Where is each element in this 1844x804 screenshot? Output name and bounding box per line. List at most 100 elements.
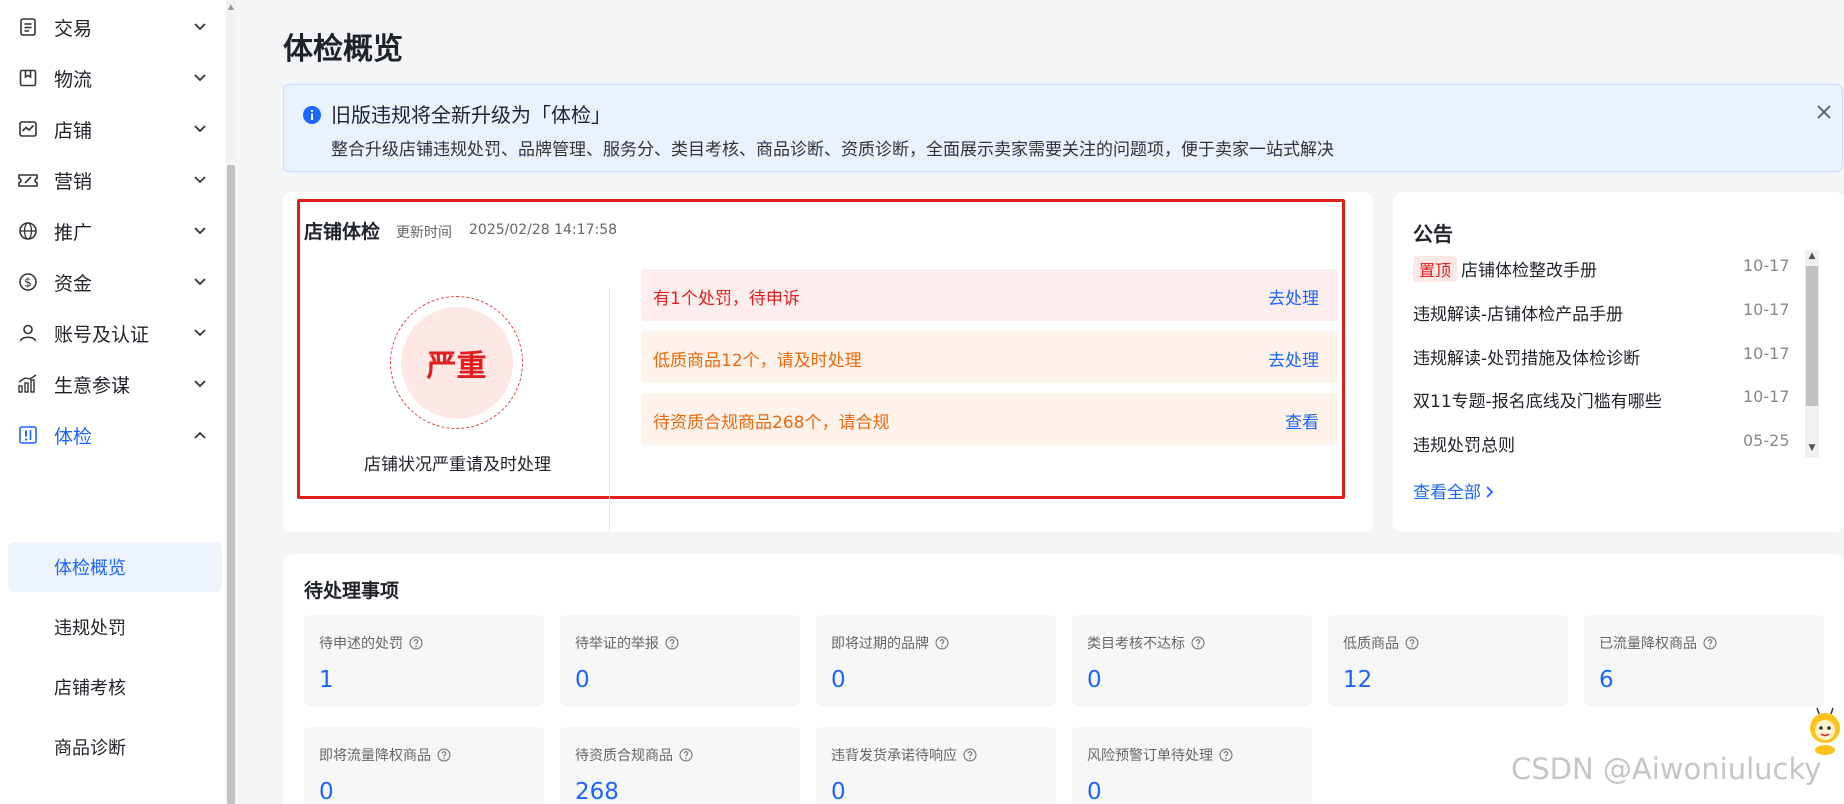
stat-card[interactable]: 类目考核不达标 0 [1072,615,1312,707]
stat-card[interactable]: 即将流量降权商品 0 [304,727,544,804]
issue-text: 低质商品12个，请及时处理 [653,351,862,371]
stat-value: 0 [1087,667,1102,693]
announcements-title: 公告 [1413,222,1453,246]
stat-card[interactable]: 待举证的举报 0 [560,615,800,707]
status-description: 店铺状况严重请及时处理 [364,455,551,475]
view-all-label: 查看全部 [1413,483,1481,503]
help-icon [1191,636,1205,650]
notice-title: 旧版违规将全新升级为「体检」 [331,103,611,127]
chevron-down-icon [193,377,207,391]
view-all-link[interactable]: 查看全部 [1413,478,1494,503]
status-severity-label: 严重 [400,306,513,419]
stat-card[interactable]: 风险预警订单待处理 0 [1072,727,1312,804]
issue-row: 低质商品12个，请及时处理 去处理 [641,331,1337,383]
svg-text:$: $ [24,276,32,290]
sidebar: 交易 物流 店铺 营销 推广 $ 资金 账号及认证 生意参谋 体检 体检概览 违… [0,0,228,804]
sidebar-item-health-check[interactable]: 体检 [0,410,226,460]
sidebar-subitem-violation-penalty[interactable]: 违规处罚 [0,602,226,652]
scroll-up-arrow-icon[interactable]: ▲ [1805,251,1819,261]
sidebar-item-logistics[interactable]: 物流 [0,53,226,103]
chevron-down-icon [193,173,207,187]
sidebar-item-trade[interactable]: 交易 [0,2,226,52]
chevron-down-icon [193,20,207,34]
announcement-date: 10-17 [1743,344,1790,363]
health-check-icon [16,423,40,447]
sidebar-subitem-label: 商品诊断 [54,738,126,759]
pinned-badge: 置顶 [1413,256,1458,282]
announcement-item[interactable]: 双11专题-报名底线及门槛有哪些 [1413,387,1793,417]
sidebar-item-business-advisor[interactable]: 生意参谋 [0,359,226,409]
stat-card[interactable]: 低质商品 12 [1328,615,1568,707]
sidebar-item-account[interactable]: 账号及认证 [0,308,226,358]
stat-value: 1 [319,667,334,693]
store-health-title: 店铺体检 [304,221,381,243]
sidebar-subitem-store-assessment[interactable]: 店铺考核 [0,662,226,712]
page-title: 体检概览 [283,32,403,67]
announcement-date: 05-25 [1743,431,1790,450]
status-severity-badge: 严重 [390,296,523,429]
clipboard-icon [16,15,40,39]
announcement-item[interactable]: 违规解读-处罚措施及体检诊断 [1413,344,1793,374]
sidebar-item-label: 推广 [54,221,93,244]
announcement-text: 违规解读-处罚措施及体检诊断 [1413,349,1641,369]
sidebar-item-label: 资金 [54,272,93,295]
issue-action-link[interactable]: 去处理 [1268,284,1319,309]
sidebar-item-funds[interactable]: $ 资金 [0,257,226,307]
announcement-item[interactable]: 违规处罚总则 [1413,431,1793,461]
sidebar-item-store[interactable]: 店铺 [0,104,226,154]
scroll-up-arrow-icon[interactable]: ▲ [227,2,235,11]
announcement-text: 双11专题-报名底线及门槛有哪些 [1413,392,1662,412]
close-icon[interactable] [1814,102,1834,122]
help-icon [1219,748,1233,762]
stat-value: 268 [575,779,619,804]
chevron-down-icon [193,326,207,340]
user-icon [16,321,40,345]
sidebar-subitem-product-diagnosis[interactable]: 商品诊断 [0,722,226,772]
announcement-date: 10-17 [1743,387,1790,406]
stat-label: 违背发货承诺待响应 [831,745,977,765]
issue-text: 有1个处罚，待申诉 [653,289,800,309]
sidebar-subitem-label: 店铺考核 [54,678,126,699]
sidebar-scrollbar-thumb[interactable] [227,165,235,804]
stat-label: 待资质合规商品 [575,745,693,765]
stat-label: 待申述的处罚 [319,633,423,653]
announcement-text: 店铺体检整改手册 [1461,261,1598,281]
sidebar-item-label: 生意参谋 [54,374,131,397]
stat-label: 即将流量降权商品 [319,745,451,765]
notice-description: 整合升级店铺违规处罚、品牌管理、服务分、类目考核、商品诊断、资质诊断，全面展示卖… [331,140,1334,160]
sidebar-item-marketing[interactable]: 营销 [0,155,226,205]
sidebar-subitem-label: 体检概览 [54,558,126,579]
sidebar-item-promotion[interactable]: 推广 [0,206,226,256]
stat-card[interactable]: 即将过期的品牌 0 [816,615,1056,707]
info-icon [302,105,322,125]
stat-card[interactable]: 待资质合规商品 268 [560,727,800,804]
sidebar-item-label: 账号及认证 [54,323,150,346]
announcement-text: 违规解读-店铺体检产品手册 [1413,305,1624,325]
stat-card[interactable]: 已流量降权商品 6 [1584,615,1824,707]
help-icon [409,636,423,650]
sidebar-subitem-health-overview[interactable]: 体检概览 [8,542,222,592]
announcement-item[interactable]: 违规解读-店铺体检产品手册 [1413,300,1793,330]
assistant-mascot-icon[interactable] [1805,706,1844,756]
announcement-item[interactable]: 置顶 店铺体检整改手册 [1413,256,1793,286]
stat-value: 0 [319,779,334,804]
divider [609,288,610,532]
stat-label: 待举证的举报 [575,633,679,653]
stat-card[interactable]: 待申述的处罚 1 [304,615,544,707]
stat-label: 低质商品 [1343,633,1419,653]
sidebar-item-label: 店铺 [54,119,93,142]
help-icon [1405,636,1419,650]
scroll-down-arrow-icon[interactable]: ▼ [1805,443,1819,453]
stat-value: 0 [575,667,590,693]
announcement-text: 违规处罚总则 [1413,436,1515,456]
sidebar-item-label: 交易 [54,17,93,40]
watermark: CSDN @Aiwoniulucky [1511,752,1822,786]
announcements-scrollbar-thumb[interactable] [1806,266,1818,406]
stat-value: 0 [831,779,846,804]
issue-action-link[interactable]: 去处理 [1268,346,1319,371]
sidebar-item-label: 营销 [54,170,93,193]
stat-card[interactable]: 违背发货承诺待响应 0 [816,727,1056,804]
issue-action-link[interactable]: 查看 [1285,408,1319,433]
store-chart-icon [16,117,40,141]
chevron-right-icon [1486,486,1494,498]
